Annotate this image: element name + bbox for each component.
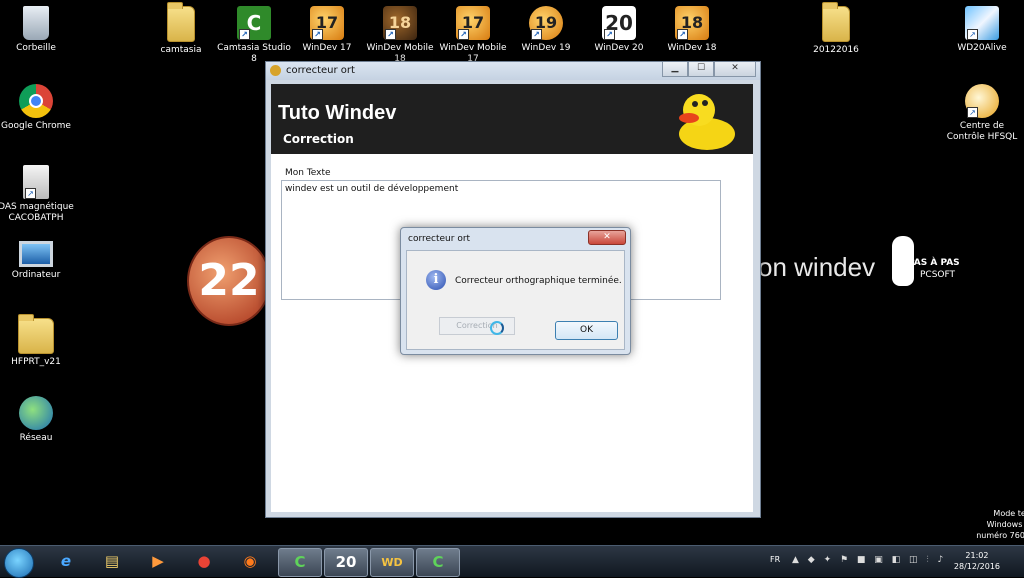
window-titlebar[interactable]: correcteur ort ▁ ☐ ✕ — [266, 62, 760, 80]
ok-button[interactable]: OK — [555, 321, 618, 340]
desktop-icon-windev-mobile-18[interactable]: 18 ↗ WinDev Mobile 18 — [362, 6, 438, 65]
windev-mobile-icon: 18 ↗ — [383, 6, 417, 40]
background-brand-text: on windev — [758, 252, 876, 282]
network-icon — [19, 396, 53, 430]
desktop-icon-windev-mobile-17[interactable]: 17 ↗ WinDev Mobile 17 — [435, 6, 511, 65]
desktop-icon-hfsql[interactable]: ↗ Centre de Contrôle HFSQL — [944, 84, 1020, 143]
windev-mobile-icon: 17 ↗ — [456, 6, 490, 40]
desktop-icon-windev-19[interactable]: 19 ↗ WinDev 19 — [508, 6, 584, 54]
taskbar: e ▤ ▶ ● ◉ C 20 WD C FR ▲ ◆ ✦ ⚑ ■ ▣ ◧ ◫ ⫶… — [0, 545, 1024, 578]
wd-alive-icon: ↗ — [965, 6, 999, 40]
internet-explorer-icon[interactable]: e — [46, 548, 86, 575]
firefox-icon[interactable]: ◉ — [230, 548, 270, 575]
minimize-button[interactable]: ▁ — [662, 62, 688, 77]
header-subtitle: Correction — [283, 132, 354, 146]
dialog-close-button[interactable]: ✕ — [588, 230, 626, 245]
desktop-icon-chrome[interactable]: Google Chrome — [0, 84, 74, 132]
windev-icon: 20 ↗ — [602, 6, 636, 40]
tray-icons[interactable]: ▲ ◆ ✦ ⚑ ■ ▣ ◧ ◫ ⫶ ♪ — [792, 555, 946, 565]
desktop-icon-label: WinDev 18 — [667, 43, 717, 53]
start-button[interactable] — [4, 548, 34, 578]
clock[interactable]: 21:02 28/12/2016 — [954, 550, 1000, 572]
desktop-icon-reseau[interactable]: Réseau — [0, 396, 74, 444]
folder-icon — [822, 2, 850, 42]
pasapas-line2: PCSOFT — [920, 270, 956, 280]
desktop-icon-windev-20[interactable]: 20 ↗ WinDev 20 — [581, 6, 657, 54]
windev-icon: 19 ↗ — [529, 6, 563, 40]
desktop-icon-label: Corbeille — [16, 43, 56, 53]
desktop-icon-ordinateur[interactable]: Ordinateur — [0, 241, 74, 281]
camtasia-recorder-icon[interactable]: C — [416, 548, 460, 577]
hfsql-icon: ↗ — [965, 84, 999, 118]
desktop-icon-corbeille[interactable]: Corbeille — [0, 6, 74, 54]
desktop-icon-camtasia-studio[interactable]: C ↗ Camtasia Studio 8 — [216, 6, 292, 65]
desktop-icon-windev-18[interactable]: 18 ↗ WinDev 18 — [654, 6, 730, 54]
windev-app-icon[interactable]: WD — [370, 548, 414, 577]
desktop-icon-label: Ordinateur — [11, 270, 61, 280]
windows-test-mode-watermark: Mode tes Windows 7 numéro 7600 — [960, 508, 1024, 541]
desktop-icon-label: Réseau — [19, 433, 53, 443]
close-button[interactable]: ✕ — [714, 62, 756, 77]
folder-icon — [167, 2, 195, 42]
desktop-icon-das[interactable]: ↗ DAS magnétique CACOBATPH — [0, 165, 74, 224]
desktop-icon-label: camtasia — [160, 45, 202, 55]
desktop-icon-label: 20122016 — [813, 45, 859, 55]
window-title: correcteur ort — [286, 65, 355, 76]
desktop-icon-label: WinDev 17 — [302, 43, 352, 53]
desktop-icon-camtasia-folder[interactable]: camtasia — [143, 2, 219, 56]
desktop-icon-label: Centre de Contrôle HFSQL — [946, 121, 1018, 142]
windev-icon: 18 ↗ — [675, 6, 709, 40]
folder-icon — [18, 314, 54, 354]
camtasia-icon[interactable]: C — [278, 548, 322, 577]
pasapas-line1: PAS À PAS — [908, 258, 960, 268]
desktop-icon-label: WD20Alive — [957, 43, 1007, 53]
computer-icon — [19, 241, 53, 267]
desktop-icon-label: Google Chrome — [1, 121, 71, 131]
dialog-body: i Correcteur orthographique terminée. Co… — [406, 250, 625, 350]
desktop-icon-hfprt[interactable]: HFPRT_v21 — [0, 314, 74, 368]
app-icon: ↗ — [23, 165, 49, 199]
header-title: Tuto Windev — [278, 102, 397, 124]
chrome-icon — [19, 84, 53, 118]
watermark-line: Mode tes — [993, 509, 1024, 518]
message-dialog: correcteur ort ✕ i Correcteur orthograph… — [400, 227, 631, 355]
info-icon: i — [426, 270, 446, 290]
text-field-label: Mon Texte — [285, 168, 331, 178]
watermark-line: numéro 7600 — [976, 531, 1024, 540]
desktop-icon-label: WinDev 20 — [594, 43, 644, 53]
language-indicator[interactable]: FR — [770, 555, 780, 564]
windev-22-logo: 22 — [187, 236, 271, 326]
recycle-bin-icon — [23, 6, 49, 40]
desktop-icon-label: HFPRT_v21 — [11, 357, 61, 367]
clock-time: 21:02 — [965, 551, 989, 560]
windev-20-icon[interactable]: 20 — [324, 548, 368, 577]
busy-cursor-icon — [490, 321, 504, 335]
file-explorer-icon[interactable]: ▤ — [92, 548, 132, 575]
desktop-icon-label: DAS magnétique CACOBATPH — [0, 202, 74, 223]
maximize-button[interactable]: ☐ — [688, 62, 714, 77]
app-header-banner: Tuto Windev Correction — [271, 84, 753, 154]
window-controls: ▁ ☐ ✕ — [662, 62, 756, 77]
clock-date: 28/12/2016 — [953, 562, 1000, 571]
watermark-line: Windows 7 — [986, 520, 1024, 529]
desktop-icon-windev-17[interactable]: 17 ↗ WinDev 17 — [289, 6, 365, 54]
app-icon — [270, 65, 281, 76]
desktop-icon-wd20alive[interactable]: ↗ WD20Alive — [944, 6, 1020, 54]
dialog-message: Correcteur orthographique terminée. — [455, 276, 622, 286]
pas-a-pas-logo: PAS À PAS PCSOFT — [888, 236, 972, 290]
desktop-icon-20122016[interactable]: 20122016 — [798, 2, 874, 56]
camtasia-icon: C ↗ — [237, 6, 271, 40]
chrome-icon[interactable]: ● — [184, 548, 224, 575]
desktop-icon-label: WinDev 19 — [521, 43, 571, 53]
windev-icon: 17 ↗ — [310, 6, 344, 40]
system-tray: FR ▲ ◆ ✦ ⚑ ■ ▣ ◧ ◫ ⫶ ♪ 21:02 28/12/2016 — [762, 546, 1024, 577]
rubber-duck-icon — [679, 94, 735, 150]
media-player-icon[interactable]: ▶ — [138, 548, 178, 575]
